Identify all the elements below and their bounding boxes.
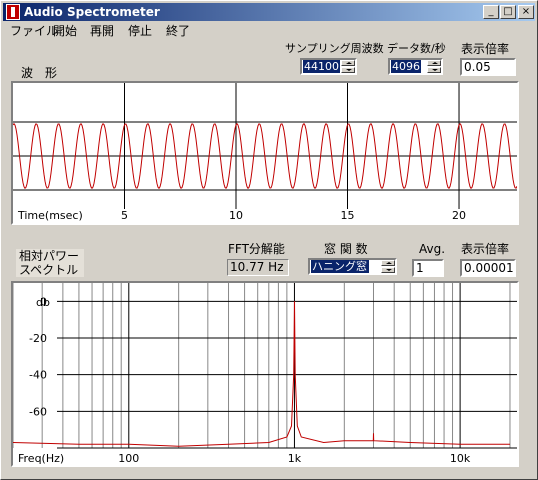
window-function-value[interactable]: ハニング窓 xyxy=(311,260,369,273)
window-title: Audio Spectrometer xyxy=(24,5,160,19)
window-up-arrow-icon[interactable] xyxy=(381,260,395,266)
spectrum-label-line1: 相対パワー xyxy=(19,249,80,263)
menu-exit[interactable]: 終了 xyxy=(166,24,190,38)
sampling-up-arrow-icon[interactable] xyxy=(341,60,355,66)
waveform-panel: Time(msec) 5 10 15 20 xyxy=(11,81,519,225)
app-window: Audio Spectrometer _ □ × ファイル 開始 再開 停止 終… xyxy=(0,0,538,480)
window-down-arrow-icon[interactable] xyxy=(381,267,395,273)
avg-label: Avg. xyxy=(419,242,446,256)
window-function-label: 窓 関 数 xyxy=(324,242,368,256)
spectrum-panel: db 0 -20 -40 -60 Freq(Hz) 100 1k 10k xyxy=(11,281,519,467)
spectrum-x-tick: 1k xyxy=(288,452,302,465)
wave-scale-label: 表示倍率 xyxy=(461,42,510,56)
avg-input[interactable]: 1 xyxy=(412,259,444,277)
fft-resolution-label: FFT分解能 xyxy=(228,242,285,256)
data-rate-up-arrow-icon[interactable] xyxy=(427,60,441,66)
spectrum-label-box: 相対パワー スペクトル xyxy=(16,249,84,277)
sampling-rate-spinner[interactable]: 44100 xyxy=(300,58,357,75)
sampling-rate-label: サンプリング周波数 xyxy=(285,42,384,55)
app-icon xyxy=(6,4,20,20)
sampling-rate-value[interactable]: 44100 xyxy=(303,60,340,73)
spectrum-x-axis-label: Freq(Hz) xyxy=(18,452,64,465)
spectrum-x-tick: 10k xyxy=(450,452,471,465)
title-bar[interactable]: Audio Spectrometer _ □ × xyxy=(3,3,535,21)
wave-tick-label: 10 xyxy=(229,209,243,222)
menu-bar: ファイル 開始 再開 停止 終了 xyxy=(3,22,535,40)
spectrum-y-tick: -60 xyxy=(29,405,47,418)
spectrum-label-line2: スペクトル xyxy=(19,263,79,277)
waveform-chart: Time(msec) 5 10 15 20 xyxy=(13,83,517,222)
menu-resume[interactable]: 再開 xyxy=(90,24,114,38)
data-rate-spinner[interactable]: 4096 xyxy=(388,58,443,75)
menu-stop[interactable]: 停止 xyxy=(128,24,152,38)
close-button[interactable]: × xyxy=(518,5,534,19)
wave-tick-label: 5 xyxy=(121,209,128,222)
minimize-button[interactable]: _ xyxy=(483,5,499,19)
menu-file[interactable]: ファイル xyxy=(10,24,58,38)
menu-start[interactable]: 開始 xyxy=(53,24,77,38)
data-rate-value[interactable]: 4096 xyxy=(391,60,421,73)
spectrum-scale-input[interactable]: 0.00001 xyxy=(460,259,516,277)
spectrum-y-tick: -20 xyxy=(29,332,47,345)
data-rate-down-arrow-icon[interactable] xyxy=(427,67,441,73)
wave-axis-label: Time(msec) xyxy=(17,209,83,222)
waveform-label: 波 形 xyxy=(21,66,58,80)
spectrum-chart: db 0 -20 -40 -60 Freq(Hz) 100 1k 10k xyxy=(13,283,517,465)
fft-resolution-value: 10.77 Hz xyxy=(227,259,289,276)
maximize-button[interactable]: □ xyxy=(500,5,516,19)
spectrum-scale-label: 表示倍率 xyxy=(461,242,510,256)
wave-tick-label: 20 xyxy=(452,209,466,222)
spectrum-y-tick: -40 xyxy=(29,369,47,382)
sampling-down-arrow-icon[interactable] xyxy=(341,67,355,73)
window-function-select[interactable]: ハニング窓 xyxy=(308,258,397,275)
spectrum-x-tick: 100 xyxy=(118,452,139,465)
spectrum-y-tick: 0 xyxy=(40,295,47,308)
spectrum-trace xyxy=(13,301,510,447)
wave-scale-input[interactable]: 0.05 xyxy=(460,58,516,76)
data-rate-label: データ数/秒 xyxy=(387,42,446,55)
wave-tick-label: 15 xyxy=(341,209,355,222)
